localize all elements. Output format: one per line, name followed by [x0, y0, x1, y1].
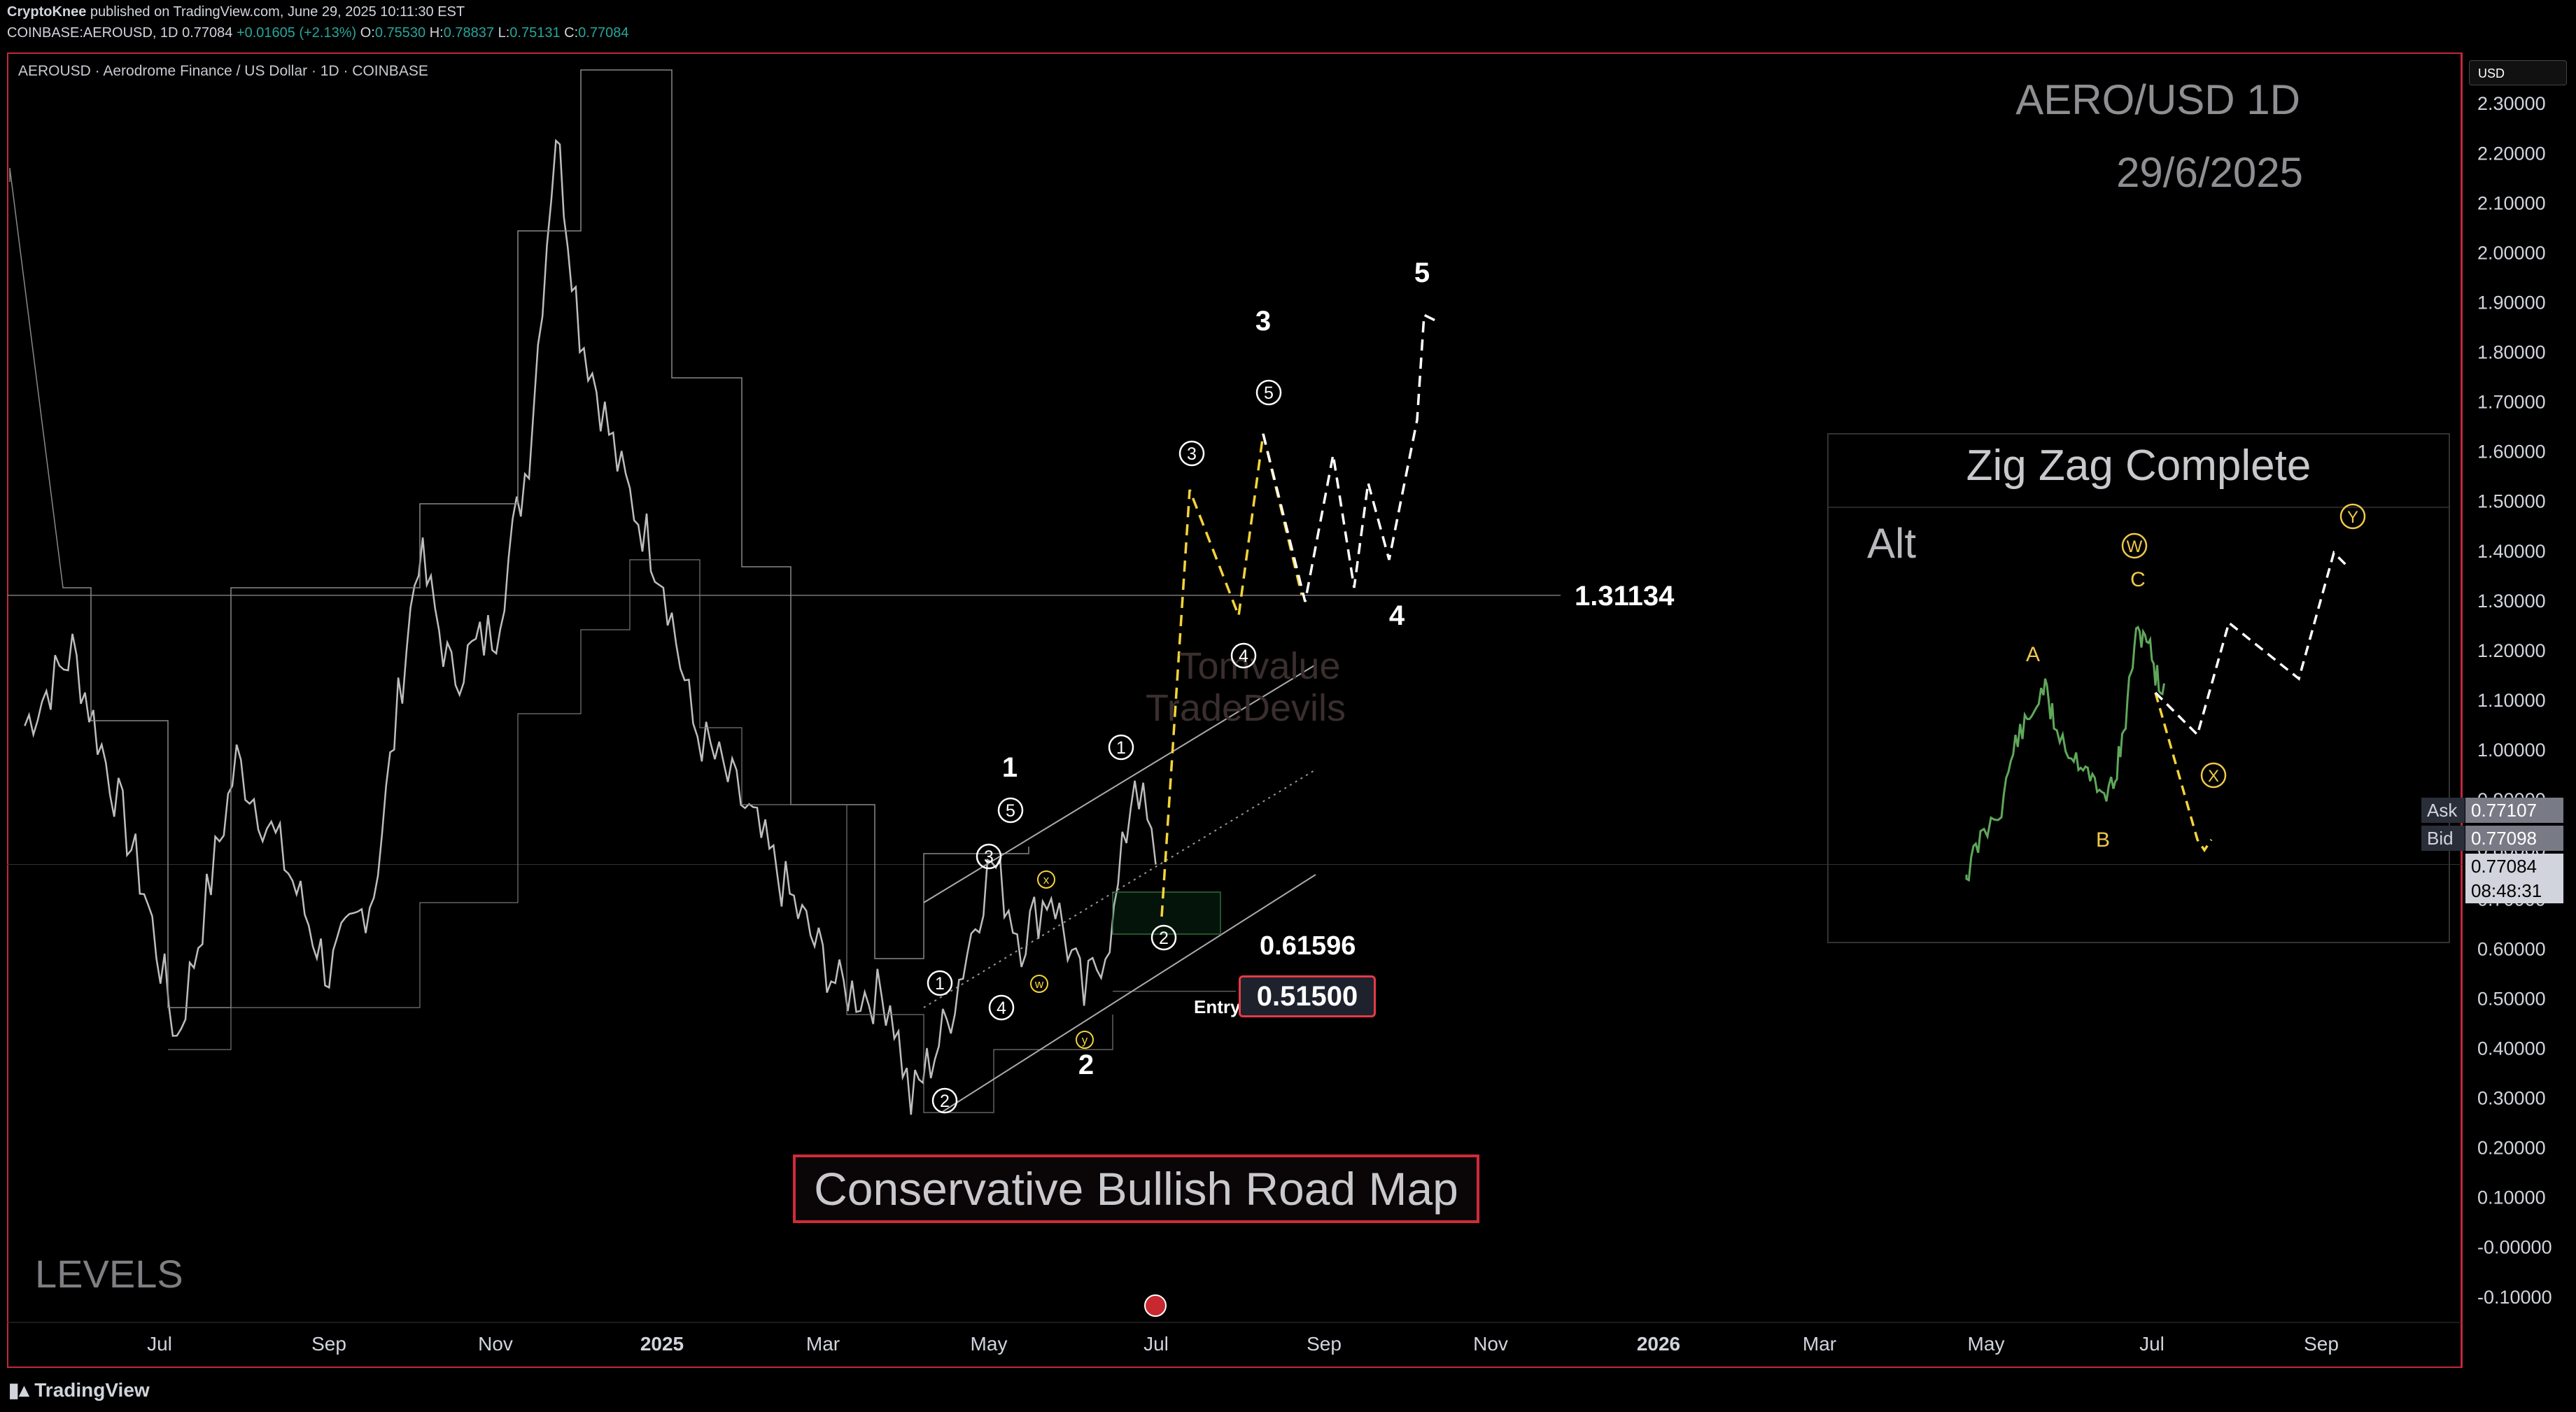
price-series-line	[24, 139, 1157, 1115]
levels-label: LEVELS	[35, 1252, 183, 1296]
x-tick-label: Jul	[1143, 1333, 1169, 1355]
inset-wave-label: C	[2130, 568, 2146, 591]
wxy-circle-label: x	[1043, 873, 1050, 887]
level-label-061596: 0.61596	[1260, 931, 1356, 961]
bid-label: Bid	[2421, 826, 2465, 851]
channel-lower	[168, 559, 1113, 1113]
wave-circle-label: 4	[997, 998, 1006, 1018]
inset-wxy-label: X	[2208, 767, 2219, 786]
y-tick-label: 0.40000	[2477, 1038, 2546, 1059]
wxy-circle-label: y	[1082, 1033, 1088, 1047]
x-tick-label: Nov	[478, 1333, 513, 1355]
wave-circle-label: 3	[984, 847, 994, 867]
x-tick-label: May	[971, 1333, 1008, 1355]
inset-wave-label: B	[2096, 828, 2110, 852]
tradingview-logo[interactable]: ▮▴ TradingView	[8, 1378, 150, 1402]
wave-circle-label: 2	[940, 1092, 950, 1111]
watermark-date: 29/6/2025	[2116, 149, 2303, 196]
faint-watermark-1: Tomvalue	[1178, 645, 1340, 687]
y-tick-label: 1.00000	[2477, 740, 2546, 761]
y-tick-label: 0.10000	[2477, 1187, 2546, 1208]
x-tick-label: Jul	[147, 1333, 172, 1355]
faint-watermark-2: TradeDevils	[1146, 687, 1346, 729]
y-tick-label: 0.20000	[2477, 1138, 2546, 1159]
y-tick-label: 1.30000	[2477, 591, 2546, 612]
ask-price: 0.77107	[2465, 798, 2563, 823]
y-tick-label: 2.00000	[2477, 242, 2546, 263]
y-tick-label: -0.10000	[2477, 1287, 2552, 1308]
wave-number-label: 4	[1389, 600, 1405, 631]
x-tick-label: May	[1968, 1333, 2005, 1355]
symbol-description: AEROUSD · Aerodrome Finance / US Dollar …	[18, 63, 428, 79]
inset-wxy-label: Y	[2347, 508, 2358, 527]
y-tick-label: 1.70000	[2477, 392, 2546, 413]
roadmap-title[interactable]: Conservative Bullish Road Map	[793, 1155, 1479, 1223]
level-label-131134: 1.31134	[1575, 581, 1675, 612]
x-tick-label: Sep	[2304, 1333, 2339, 1355]
y-tick-label: 1.80000	[2477, 342, 2546, 363]
wave-number-label: 1	[1002, 752, 1018, 783]
projection-white-path	[1262, 313, 1439, 602]
wave-number-label: 5	[1414, 257, 1430, 288]
y-tick-label: 1.40000	[2477, 541, 2546, 562]
x-tick-label: Jul	[2139, 1333, 2165, 1355]
y-tick-label: 1.10000	[2477, 690, 2546, 711]
inset-alt-label: Alt	[1867, 520, 1917, 567]
x-tick-label: 2025	[640, 1333, 684, 1355]
wave-circle-label: 5	[1006, 801, 1015, 821]
last-price-tag: 0.77084	[2465, 854, 2563, 879]
x-tick-label: Mar	[806, 1333, 840, 1355]
inset-wave-label: A	[2026, 643, 2040, 666]
entry-label: Entry	[1194, 996, 1241, 1017]
inset-price-line	[1965, 626, 2165, 882]
wxy-circle-label: w	[1034, 977, 1044, 991]
countdown-tag: 08:48:31	[2465, 878, 2563, 903]
bid-price: 0.77098	[2465, 826, 2563, 851]
tradingview-logo-text: TradingView	[34, 1379, 150, 1401]
y-tick-label: 0.50000	[2477, 988, 2546, 1009]
wave-circle-label: 4	[1239, 647, 1248, 666]
trend-channel-mid	[923, 769, 1316, 1008]
wave-circle-label: 3	[1187, 444, 1197, 464]
entry-price-tag[interactable]: 0.51500	[1239, 975, 1376, 1017]
target-zone-box	[1112, 891, 1221, 935]
y-tick-label: 1.50000	[2477, 491, 2546, 512]
wave-circle-label: 1	[935, 974, 945, 994]
x-tick-label: Mar	[1803, 1333, 1836, 1355]
y-tick-label: -0.00000	[2477, 1237, 2552, 1258]
x-tick-label: Sep	[1307, 1333, 1342, 1355]
wave-number-label: 3	[1255, 306, 1271, 337]
inset-wxy-label: W	[2127, 537, 2143, 556]
wave-circle-label: 1	[1116, 738, 1126, 758]
us-flag-icon[interactable]	[1144, 1294, 1167, 1317]
channel-upper	[9, 69, 1029, 1008]
wave-number-label: 2	[1078, 1050, 1094, 1080]
watermark-title: AERO/USD 1D	[2015, 76, 2300, 123]
x-tick-label: Sep	[311, 1333, 346, 1355]
y-tick-label: 1.90000	[2477, 292, 2546, 313]
y-tick-label: 2.20000	[2477, 143, 2546, 164]
inset-title: Zig Zag Complete	[1966, 442, 2311, 490]
y-tick-label: 2.30000	[2477, 93, 2546, 114]
y-tick-label: 0.30000	[2477, 1088, 2546, 1109]
y-tick-label: 1.20000	[2477, 640, 2546, 661]
wave-circle-label: 2	[1159, 929, 1169, 948]
wave-circle-label: 5	[1264, 383, 1274, 403]
inset-white-projection	[2154, 550, 2349, 737]
x-tick-label: 2026	[1637, 1333, 1680, 1355]
ask-label: Ask	[2421, 798, 2465, 823]
y-tick-label: 1.60000	[2477, 442, 2546, 463]
y-tick-label: 2.10000	[2477, 192, 2546, 213]
currency-selector[interactable]: USD	[2469, 60, 2567, 85]
y-tick-label: 0.60000	[2477, 938, 2546, 959]
x-tick-label: Nov	[1473, 1333, 1508, 1355]
